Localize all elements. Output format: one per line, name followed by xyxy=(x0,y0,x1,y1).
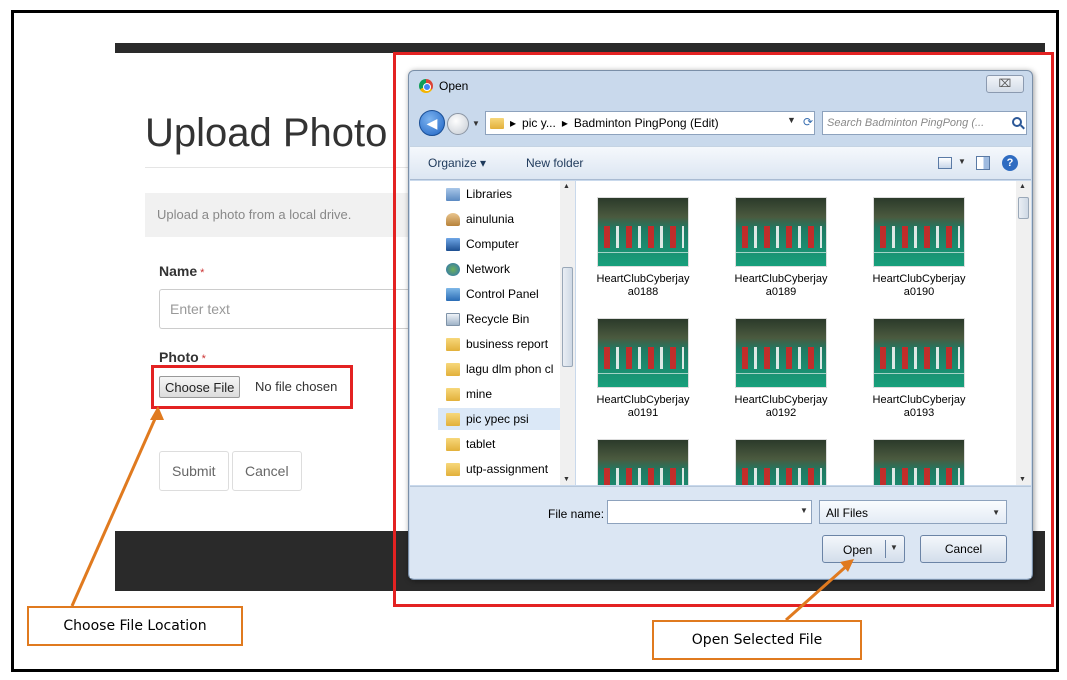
callout-choose-file-location: Choose File Location xyxy=(27,606,243,646)
leader-line-choose-file xyxy=(70,411,160,607)
callout-open-selected-file: Open Selected File xyxy=(652,620,862,660)
callout-leader-lines xyxy=(70,406,854,622)
leader-line-open-file xyxy=(785,561,851,622)
arrowhead-icon xyxy=(150,406,164,420)
